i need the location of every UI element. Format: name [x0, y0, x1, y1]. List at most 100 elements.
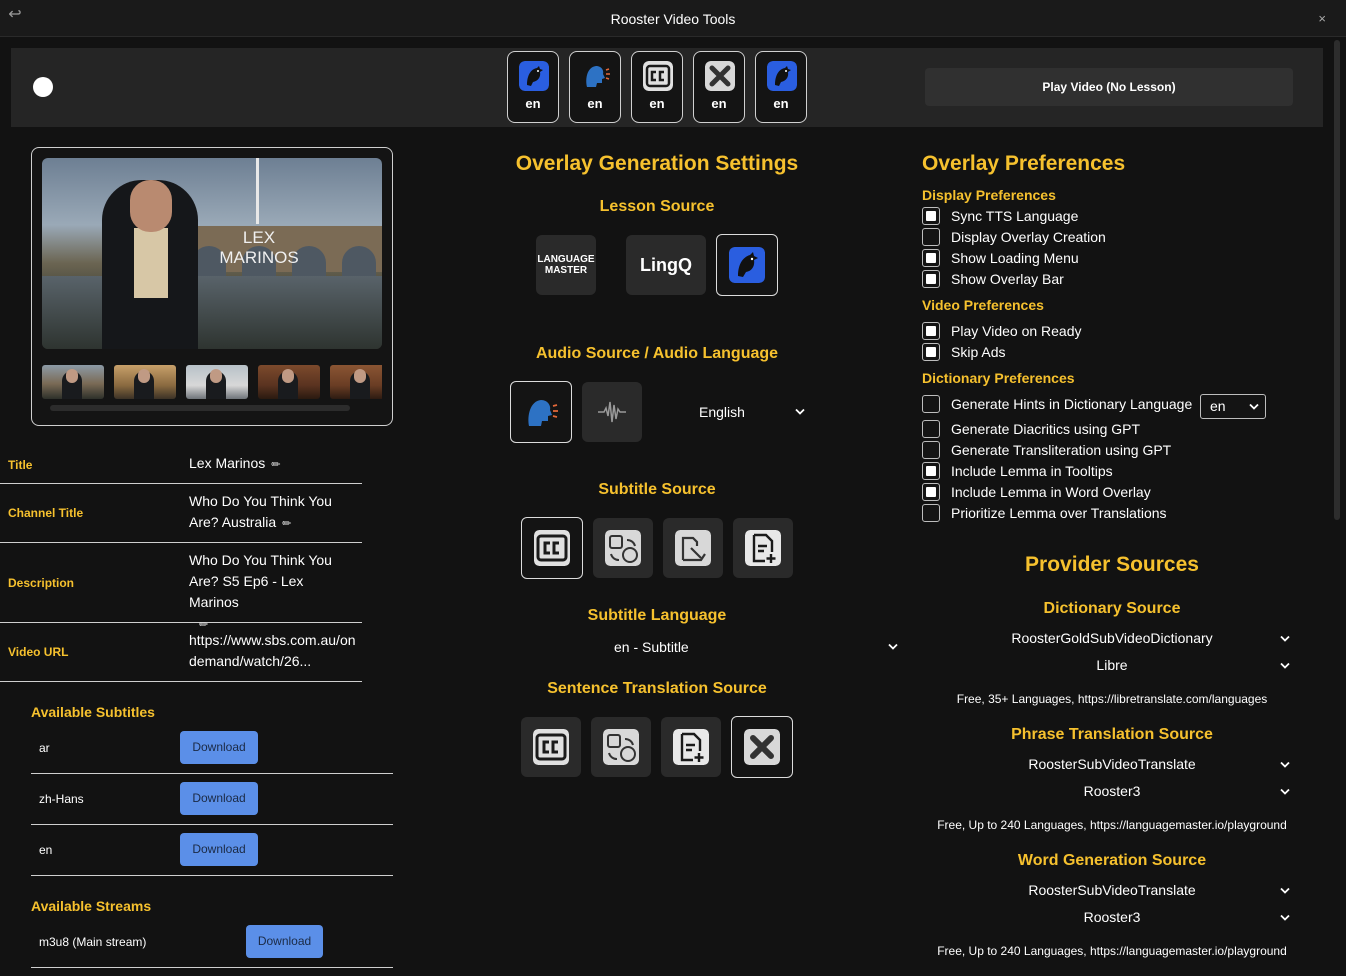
checkbox[interactable]	[922, 441, 940, 459]
download-button[interactable]: Download	[180, 833, 258, 866]
dictionary-provider-select[interactable]: Libre	[932, 657, 1292, 673]
toolbar-button-label: en	[587, 96, 603, 111]
checkbox[interactable]	[922, 343, 940, 361]
chevron-down-icon[interactable]	[888, 643, 898, 651]
meta-row-description: Description Who Do You Think You Are? S5…	[0, 543, 362, 631]
phrase-provider-select[interactable]: Rooster3	[932, 783, 1292, 799]
checkbox[interactable]	[922, 270, 940, 288]
subtitle-row: ar Download	[31, 723, 393, 774]
checkbox[interactable]	[922, 207, 940, 225]
thumbnail-strip	[42, 365, 382, 399]
checkbox[interactable]	[922, 322, 940, 340]
subtitle-lang: zh-Hans	[39, 792, 84, 806]
toolbar-button-subtitles[interactable]: en	[631, 51, 683, 123]
subtitle-lang: ar	[39, 741, 50, 755]
checkbox[interactable]	[922, 462, 940, 480]
meta-value[interactable]: https://www.sbs.com.au/ondemand/watch/26…	[189, 630, 357, 672]
toolbar-button-label: en	[711, 96, 727, 111]
toolbar-button-audio[interactable]: en	[569, 51, 621, 123]
toolbar-button-lesson[interactable]: en	[507, 51, 559, 123]
audio-source-original[interactable]	[582, 382, 642, 442]
word-generation-heading: Word Generation Source	[1017, 852, 1207, 869]
subtitle-row: zh-Hans Download	[31, 774, 393, 825]
rooster-icon	[519, 61, 549, 91]
chevron-down-icon	[1280, 914, 1290, 921]
audio-language-select[interactable]: English	[699, 404, 745, 420]
subtitle-language-select[interactable]: en - Subtitle	[614, 639, 689, 655]
video-thumbnail[interactable]: LEX MARINOS	[42, 158, 382, 349]
thumbnail[interactable]	[42, 365, 104, 399]
lesson-source-language-master[interactable]: LANGUAGE MASTER	[536, 235, 596, 295]
close-icon[interactable]: ×	[1318, 11, 1326, 26]
meta-value: Who Do You Think You Are? Australia ✏	[189, 493, 332, 530]
meta-row-channel: Channel Title Who Do You Think You Are? …	[0, 484, 362, 543]
pencil-icon[interactable]: ✏	[282, 518, 291, 530]
meta-key: Description	[8, 576, 75, 590]
thumbnail[interactable]	[114, 365, 176, 399]
thumbnail[interactable]	[258, 365, 320, 399]
play-video-button[interactable]: Play Video (No Lesson)	[925, 68, 1293, 106]
subtitle-source-translate[interactable]	[593, 518, 653, 578]
word-source-select[interactable]: RoosterSubVideoTranslate	[932, 882, 1292, 898]
toolbar-button-rooster[interactable]: en	[755, 51, 807, 123]
close-x-icon	[705, 61, 735, 91]
audio-source-tts[interactable]	[510, 381, 572, 443]
chevron-down-icon	[1280, 635, 1290, 642]
sentence-source-none[interactable]	[731, 716, 793, 778]
sentence-translation-heading: Sentence Translation Source	[547, 680, 767, 697]
thumbnail[interactable]	[186, 365, 248, 399]
download-button[interactable]: Download	[180, 782, 258, 815]
dictionary-source-select[interactable]: RoosterGoldSubVideoDictionary	[932, 630, 1292, 646]
subtitle-source-speech[interactable]	[663, 518, 723, 578]
dictionary-source-heading: Dictionary Source	[1043, 600, 1181, 617]
meta-key: Channel Title	[8, 506, 84, 520]
pencil-icon[interactable]: ✏	[271, 459, 280, 471]
toolbar-button-label: en	[649, 96, 665, 111]
thumbnail-scrollbar[interactable]	[50, 405, 350, 411]
close-x-icon	[744, 729, 780, 765]
sound-wave-icon	[598, 401, 626, 423]
subtitle-source-cc[interactable]	[521, 517, 583, 579]
dictionary-preferences-heading: Dictionary Preferences	[922, 370, 1075, 386]
chevron-down-icon	[1280, 761, 1290, 768]
speaking-head-icon	[528, 400, 558, 426]
overlay-settings-title: Overlay Generation Settings	[515, 152, 799, 175]
chevron-down-icon[interactable]	[795, 408, 805, 416]
hint-language-select[interactable]: en	[1200, 394, 1266, 419]
toolbar-button-translation[interactable]: en	[693, 51, 745, 123]
sentence-source-translate[interactable]	[591, 717, 651, 777]
download-button[interactable]: Download	[180, 731, 258, 764]
word-provider-select[interactable]: Rooster3	[932, 909, 1292, 925]
subtitle-source-heading: Subtitle Source	[598, 481, 716, 498]
lesson-source-lingq[interactable]: LingQ	[626, 235, 706, 295]
dictionary-source-note: Free, 35+ Languages, https://libretransl…	[956, 692, 1268, 706]
phrase-source-select[interactable]: RoosterSubVideoTranslate	[932, 756, 1292, 772]
closed-captions-icon	[534, 530, 570, 566]
sentence-source-file[interactable]	[661, 717, 721, 777]
translate-icon	[603, 729, 639, 765]
checkbox[interactable]	[922, 249, 940, 267]
arch-shape	[342, 246, 376, 276]
checkbox[interactable]	[922, 420, 940, 438]
chevron-down-icon	[1280, 887, 1290, 894]
subtitles-heading: Available Subtitles	[31, 704, 155, 720]
video-caption: LEX MARINOS	[219, 228, 299, 267]
lesson-source-rooster[interactable]	[716, 234, 778, 296]
chevron-down-icon	[1249, 403, 1259, 410]
checkbox[interactable]	[922, 395, 940, 413]
download-button[interactable]: Download	[246, 925, 323, 958]
thumbnail[interactable]	[330, 365, 382, 399]
sentence-source-cc[interactable]	[521, 717, 581, 777]
stream-name: m3u8 (Main stream)	[39, 935, 147, 949]
subtitle-source-file[interactable]	[733, 518, 793, 578]
checkbox[interactable]	[922, 483, 940, 501]
checkbox[interactable]	[922, 228, 940, 246]
provider-sources-title: Provider Sources	[1025, 553, 1199, 576]
speech-recognition-icon	[675, 530, 711, 566]
rooster-icon	[729, 247, 765, 283]
checkbox[interactable]	[922, 504, 940, 522]
overlay-preferences-title: Overlay Preferences	[922, 152, 1126, 175]
status-dot[interactable]	[33, 77, 53, 97]
audio-source-heading: Audio Source / Audio Language	[535, 345, 779, 362]
page-scrollbar[interactable]	[1334, 40, 1340, 520]
